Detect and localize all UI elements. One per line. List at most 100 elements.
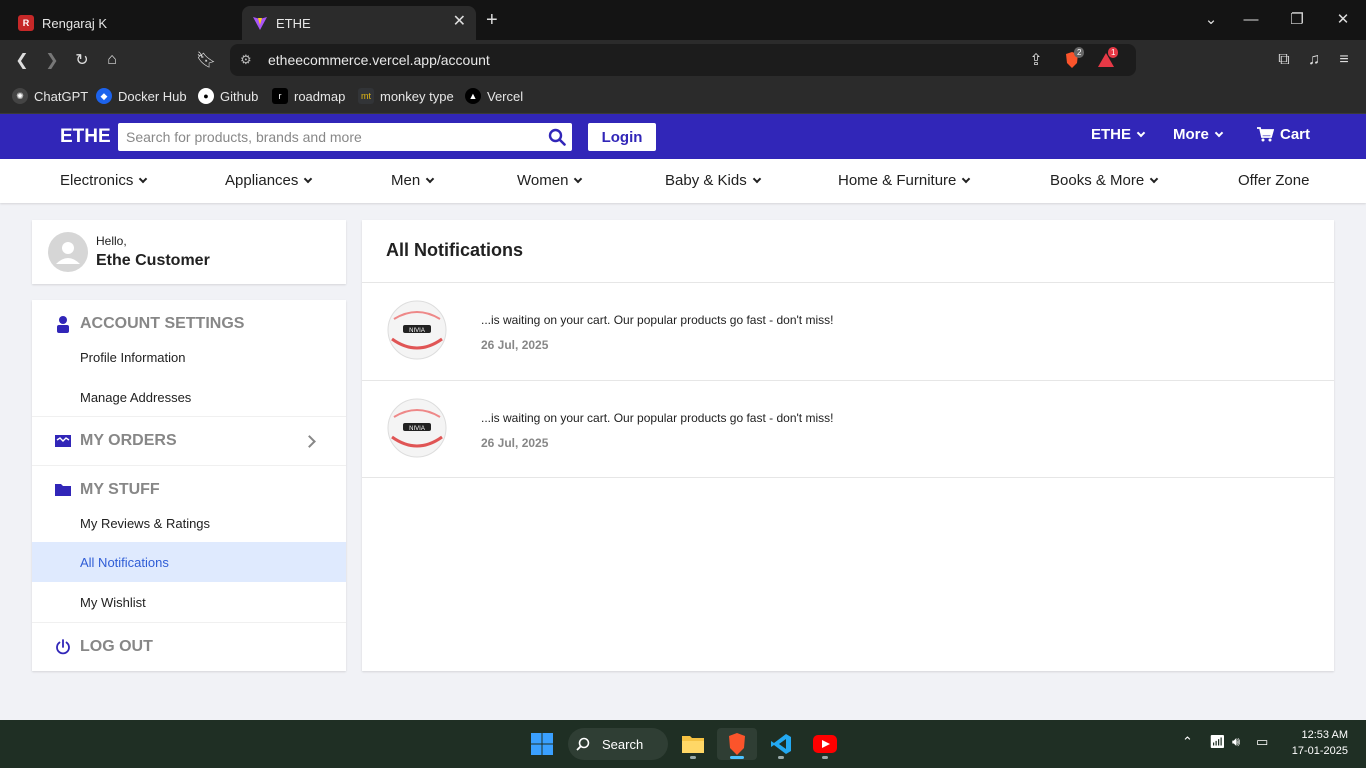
reload-icon[interactable]: ↻: [72, 50, 92, 70]
brave-icon: [729, 733, 745, 755]
minimize-icon[interactable]: —: [1239, 10, 1263, 30]
taskbar-search[interactable]: Search: [568, 728, 668, 760]
bookmark-docker-hub[interactable]: ◆ Docker Hub: [96, 88, 187, 104]
tab-ethe[interactable]: ETHE ✕: [242, 6, 476, 40]
category-baby-kids[interactable]: Baby & Kids: [665, 172, 761, 189]
clock-date: 17-01-2025: [1291, 745, 1348, 757]
browser-tab-bar: R Rengaraj K ETHE ✕ + ⌄ — ❐ ✕: [0, 0, 1366, 40]
page-title: All Notifications: [386, 240, 524, 260]
more-menu[interactable]: More: [1173, 126, 1224, 143]
category-electronics[interactable]: Electronics: [60, 172, 148, 189]
category-label: Offer Zone: [1238, 172, 1310, 189]
profile-information-link[interactable]: Profile Information: [32, 337, 346, 377]
section-label: ACCOUNT SETTINGS: [80, 315, 245, 332]
bookmark-vercel[interactable]: ▲ Vercel: [465, 88, 523, 104]
battery-icon[interactable]: ▭: [1256, 734, 1268, 750]
site-logo[interactable]: ETHE: [60, 126, 111, 148]
search-icon[interactable]: [548, 128, 566, 146]
new-tab-icon[interactable]: +: [486, 9, 498, 31]
vite-icon: [252, 15, 268, 31]
running-indicator: [778, 756, 784, 759]
account-settings-header: ACCOUNT SETTINGS: [32, 310, 346, 338]
notification-item[interactable]: NIVIA ...is waiting on your cart. Our po…: [362, 380, 1334, 478]
menu-icon[interactable]: ≡: [1334, 50, 1354, 70]
category-label: Men: [391, 172, 421, 189]
site-info-icon[interactable]: ⚙: [240, 52, 252, 68]
bookmark-label: Docker Hub: [118, 88, 187, 104]
manage-addresses-link[interactable]: Manage Addresses: [32, 377, 346, 417]
volume-icon[interactable]: 🔊︎: [1232, 734, 1240, 750]
my-orders-link[interactable]: MY ORDERS: [32, 427, 346, 455]
tab-title: Rengaraj K: [42, 15, 108, 31]
notification-date: 26 Jul, 2025: [481, 436, 549, 450]
taskbar-clock[interactable]: 12:53 AM 17-01-2025: [1292, 727, 1348, 759]
taskbar-search-label: Search: [602, 736, 644, 752]
category-offer-zone[interactable]: Offer Zone: [1238, 172, 1309, 189]
folder-icon: [682, 736, 704, 753]
search-input[interactable]: [118, 123, 538, 151]
tab-list-chevron-icon[interactable]: ⌄: [1199, 10, 1223, 30]
share-icon[interactable]: ⇪: [1026, 50, 1046, 70]
chevron-down-icon: [752, 174, 761, 183]
taskbar-youtube[interactable]: [805, 728, 845, 760]
extensions-icon[interactable]: ⧉: [1274, 50, 1294, 70]
section-label: MY STUFF: [80, 481, 160, 498]
category-home-furniture[interactable]: Home & Furniture: [838, 172, 971, 189]
bookmark-roadmap[interactable]: r roadmap: [272, 88, 345, 104]
category-nav: Electronics Appliances Men Women Baby & …: [0, 159, 1366, 203]
bookmark-chatgpt[interactable]: ✺ ChatGPT: [12, 88, 88, 104]
bookmark-icon[interactable]: 🔖︎: [196, 50, 216, 70]
cart-link[interactable]: Cart: [1257, 126, 1310, 143]
category-women[interactable]: Women: [517, 172, 583, 189]
football-icon: NIVIA: [387, 398, 447, 458]
chatgpt-icon: ✺: [12, 88, 28, 104]
vscode-icon: [771, 734, 791, 754]
ethe-menu[interactable]: ETHE: [1091, 126, 1146, 143]
home-icon[interactable]: ⌂: [102, 50, 122, 70]
category-appliances[interactable]: Appliances: [225, 172, 313, 189]
taskbar-brave[interactable]: [717, 728, 757, 760]
red-r-icon: R: [18, 15, 34, 31]
category-men[interactable]: Men: [391, 172, 435, 189]
close-tab-icon[interactable]: ✕: [453, 14, 466, 30]
brave-rewards-icon[interactable]: 1: [1096, 47, 1119, 70]
chevron-down-icon: [574, 174, 583, 183]
category-label: Home & Furniture: [838, 172, 957, 189]
media-icon[interactable]: ♫: [1304, 50, 1324, 70]
notification-item[interactable]: NIVIA ...is waiting on your cart. Our po…: [362, 282, 1334, 380]
more-menu-label: More: [1173, 126, 1209, 143]
github-icon: ●: [198, 88, 214, 104]
tab-rengaraj[interactable]: R Rengaraj K: [8, 6, 238, 40]
logout-button[interactable]: LOG OUT: [32, 633, 346, 661]
folder-icon: [55, 484, 71, 496]
brave-shields-icon[interactable]: 2: [1062, 47, 1085, 70]
running-indicator: [822, 756, 828, 759]
taskbar-file-explorer[interactable]: [673, 728, 713, 760]
football-icon: NIVIA: [387, 300, 447, 360]
divider: [32, 416, 346, 417]
bookmarks-bar: ✺ ChatGPT ◆ Docker Hub ● Github r roadma…: [0, 80, 1366, 114]
my-reviews-ratings-link[interactable]: My Reviews & Ratings: [32, 503, 346, 543]
wifi-icon[interactable]: 📶︎: [1209, 734, 1226, 750]
close-window-icon[interactable]: ✕: [1331, 10, 1355, 30]
bookmark-github[interactable]: ● Github: [198, 88, 258, 104]
taskbar-vscode[interactable]: [761, 728, 801, 760]
start-button[interactable]: [522, 728, 562, 760]
cart-icon: [1257, 127, 1274, 142]
restore-icon[interactable]: ❐: [1285, 10, 1309, 30]
notification-text: ...is waiting on your cart. Our popular …: [481, 313, 834, 327]
bookmark-monkey-type[interactable]: mt monkey type: [358, 88, 454, 104]
my-wishlist-link[interactable]: My Wishlist: [32, 582, 346, 622]
browser-toolbar: ❮ ❯ ↻ ⌂ 🔖︎ ⚙ etheecommerce.vercel.app/ac…: [0, 40, 1366, 80]
back-icon[interactable]: ❮: [12, 50, 32, 70]
search-box: [118, 123, 572, 151]
tray-overflow-icon[interactable]: ⌃: [1182, 734, 1193, 750]
divider: [32, 622, 346, 623]
login-button[interactable]: Login: [588, 123, 656, 151]
all-notifications-link[interactable]: All Notifications: [32, 542, 346, 582]
address-bar[interactable]: ⚙ etheecommerce.vercel.app/account ⇪ 2 1: [230, 44, 1136, 76]
vercel-icon: ▲: [465, 88, 481, 104]
forward-icon[interactable]: ❯: [42, 50, 62, 70]
category-books-more[interactable]: Books & More: [1050, 172, 1159, 189]
search-icon: [576, 737, 590, 751]
